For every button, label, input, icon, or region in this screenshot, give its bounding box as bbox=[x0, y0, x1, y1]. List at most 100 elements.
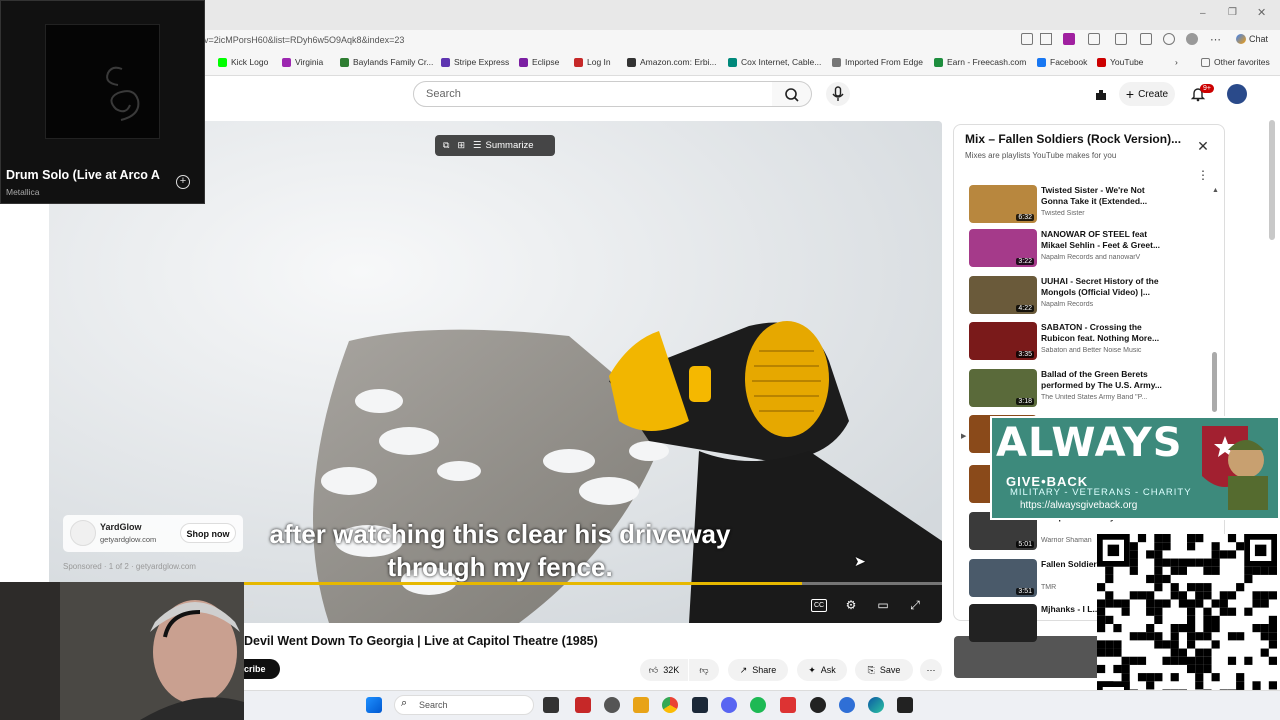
search-input[interactable]: Search bbox=[413, 81, 773, 107]
bookmark-favicon-icon bbox=[574, 57, 583, 67]
star-icon[interactable] bbox=[1040, 33, 1052, 45]
like-button[interactable]: 👍︎ 32K bbox=[640, 659, 688, 681]
mouse-cursor: ➤ bbox=[854, 553, 866, 569]
duration-badge: 4:22 bbox=[1016, 305, 1034, 312]
discord-icon[interactable] bbox=[721, 697, 737, 713]
history-icon[interactable] bbox=[1163, 33, 1175, 45]
notification-badge: 9+ bbox=[1200, 84, 1214, 93]
mini-player-title: Drum Solo (Live at Arco A bbox=[6, 168, 160, 182]
bookmark-item[interactable]: YouTube bbox=[1097, 57, 1143, 67]
search-button[interactable] bbox=[772, 81, 812, 107]
share-button[interactable]: ↗ Share bbox=[728, 659, 788, 681]
playlist-scrollbar[interactable] bbox=[1212, 352, 1217, 412]
ad-url: getyardglow.com bbox=[100, 535, 157, 544]
refresh-icon[interactable] bbox=[1088, 33, 1100, 45]
search-icon bbox=[785, 88, 799, 102]
more-actions-icon[interactable]: ⋯ bbox=[920, 659, 942, 681]
bookmark-item[interactable]: Stripe Express bbox=[441, 57, 509, 67]
task-view-icon[interactable] bbox=[543, 697, 559, 713]
add-frame-icon[interactable]: ⊞ bbox=[457, 140, 465, 151]
playlist-item[interactable]: 6:32 Twisted Sister - We're Not Gonna Tak… bbox=[969, 185, 1219, 227]
close-window-icon[interactable]: ✕ bbox=[1257, 6, 1266, 19]
spotify-icon[interactable] bbox=[750, 697, 766, 713]
overlay-tagline: MILITARY - VETERANS - CHARITY bbox=[1010, 487, 1192, 498]
bookmark-favicon-icon bbox=[1037, 57, 1046, 67]
playlist-item[interactable]: 4:22 UUHAI - Secret History of the Mongol… bbox=[969, 276, 1219, 318]
playlist-item[interactable]: 3:18 Ballad of the Green Berets performed… bbox=[969, 369, 1219, 411]
playlist-item[interactable]: 3:22 NANOWAR OF STEEL feat Mikael Sehlin … bbox=[969, 229, 1219, 271]
url-text[interactable]: v=2icMPorsH60&list=RDyh6w5O9Aqk8&index=2… bbox=[204, 35, 404, 45]
bookmark-item[interactable]: Cox Internet, Cable... bbox=[728, 57, 821, 67]
dislike-button[interactable]: 👎︎ bbox=[689, 659, 719, 681]
playlist-item-channel: Twisted Sister bbox=[1041, 210, 1085, 217]
theater-mode-icon[interactable]: ▭ bbox=[875, 597, 891, 613]
fullscreen-icon[interactable]: ⤢ bbox=[907, 597, 923, 613]
duration-badge: 5:01 bbox=[1016, 541, 1034, 548]
edge-icon[interactable] bbox=[868, 697, 884, 713]
obs-icon[interactable] bbox=[810, 697, 826, 713]
thumbs-down-icon: 👎︎ bbox=[699, 664, 709, 675]
favorites-icon[interactable] bbox=[1140, 33, 1152, 45]
app-red-icon[interactable] bbox=[575, 697, 591, 713]
screenshot-icon[interactable]: ⧉ bbox=[443, 140, 449, 151]
bookmark-item[interactable]: Log In bbox=[574, 57, 611, 67]
playlist-item-thumbnail: 3:35 bbox=[969, 322, 1037, 360]
extension-icon[interactable] bbox=[1063, 33, 1075, 45]
bookmark-item[interactable]: Virginia bbox=[282, 57, 323, 67]
create-button[interactable]: + Create bbox=[1119, 82, 1175, 106]
bookmark-item[interactable]: Eclipse bbox=[519, 57, 559, 67]
translate-icon[interactable] bbox=[1021, 33, 1033, 45]
bookmark-favicon-icon bbox=[934, 57, 943, 67]
playlist-item-title: Ballad of the Green Berets performed by … bbox=[1041, 369, 1162, 390]
bookmark-item[interactable]: Kick Logo bbox=[218, 57, 268, 67]
duration-badge: 3:18 bbox=[1016, 398, 1034, 405]
settings-gear-icon[interactable]: ⚙ bbox=[843, 597, 859, 613]
close-playlist-icon[interactable]: ✕ bbox=[1196, 139, 1210, 153]
bookmark-item[interactable]: Imported From Edge bbox=[832, 57, 923, 67]
bookmarks-overflow-icon[interactable]: › bbox=[1175, 57, 1178, 67]
app-pin-icon[interactable] bbox=[780, 697, 796, 713]
shop-now-button[interactable]: Shop now bbox=[180, 523, 236, 543]
bookmark-item[interactable]: Earn - Freecash.com bbox=[934, 57, 1026, 67]
captions-icon[interactable]: CC bbox=[811, 599, 827, 612]
menu-dots-icon[interactable]: ⋯ bbox=[1210, 33, 1221, 46]
scroll-up-icon[interactable]: ▲ bbox=[1212, 187, 1219, 194]
other-favorites[interactable]: Other favorites bbox=[1201, 57, 1270, 67]
playlist-title[interactable]: Mix – Fallen Soldiers (Rock Version)... bbox=[965, 132, 1181, 146]
user-avatar[interactable] bbox=[1227, 84, 1247, 104]
playlist-menu-icon[interactable]: ⋮ bbox=[1197, 168, 1209, 182]
ask-button[interactable]: ✦ Ask bbox=[797, 659, 847, 681]
bookmark-item[interactable]: Baylands Family Cr... bbox=[340, 57, 433, 67]
summarize-button[interactable]: ☰ Summarize bbox=[473, 140, 534, 151]
bookmark-favicon-icon bbox=[282, 57, 291, 67]
playlist-item-thumbnail bbox=[969, 604, 1037, 642]
profile-icon[interactable] bbox=[1186, 33, 1198, 45]
voice-search-button[interactable] bbox=[826, 82, 850, 106]
save-button[interactable]: ⎘ Save bbox=[855, 659, 913, 681]
qr-code bbox=[1097, 534, 1277, 714]
maximize-icon[interactable]: ❐ bbox=[1228, 7, 1237, 18]
bookmark-item[interactable]: Amazon.com: Erbi... bbox=[627, 57, 717, 67]
playlist-item[interactable]: 3:35 SABATON - Crossing the Rubicon feat.… bbox=[969, 322, 1219, 364]
puzzle-extension-icon[interactable] bbox=[1093, 87, 1109, 103]
taskbar-search[interactable]: Search bbox=[394, 695, 534, 715]
webcam-feed bbox=[0, 582, 244, 720]
video-overlay-toolbar: ⧉ ⊞ ☰ Summarize bbox=[435, 135, 555, 156]
time-display: 52 bbox=[244, 600, 255, 610]
chat-button[interactable]: Chat bbox=[1236, 34, 1268, 44]
app-dark-icon[interactable] bbox=[897, 697, 913, 713]
file-explorer-icon[interactable] bbox=[633, 697, 649, 713]
page-scrollbar[interactable] bbox=[1269, 120, 1275, 240]
minimize-icon[interactable]: – bbox=[1200, 8, 1206, 19]
app-blue-icon[interactable] bbox=[839, 697, 855, 713]
add-to-queue-icon[interactable]: + bbox=[176, 175, 190, 189]
bookmark-item[interactable]: Facebook bbox=[1037, 57, 1087, 67]
app-inkscape-icon[interactable] bbox=[604, 697, 620, 713]
subscribe-button[interactable]: Subscribe bbox=[244, 659, 280, 679]
windows-start-icon[interactable] bbox=[366, 697, 382, 713]
steam-icon[interactable] bbox=[692, 697, 708, 713]
chrome-icon[interactable] bbox=[662, 697, 678, 713]
sponsored-label: Sponsored · 1 of 2 · getyardglow.com bbox=[63, 562, 196, 571]
now-playing-icon: ▶ bbox=[961, 433, 967, 440]
extensions-icon[interactable] bbox=[1115, 33, 1127, 45]
